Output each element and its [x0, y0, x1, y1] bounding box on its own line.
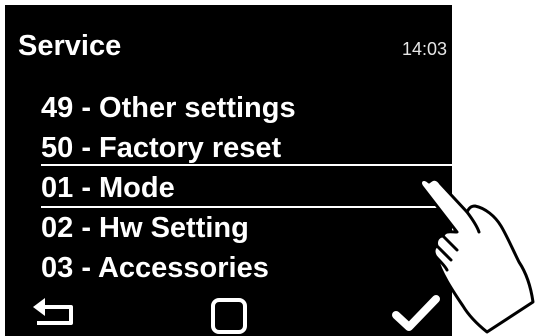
- selection-top-line: [41, 164, 452, 166]
- pointing-hand-icon: [419, 177, 535, 334]
- menu-item-accessories[interactable]: 03 - Accessories: [41, 251, 269, 285]
- menu-item-mode[interactable]: 01 - Mode: [41, 171, 175, 205]
- device-display: Service 14:03 49 - Other settings 50 - F…: [0, 0, 537, 336]
- page-title: Service: [18, 30, 122, 62]
- square-icon[interactable]: [210, 297, 248, 335]
- menu-item-hw-setting[interactable]: 02 - Hw Setting: [41, 211, 249, 245]
- selection-bottom-line: [41, 206, 452, 208]
- menu-item-factory-reset[interactable]: 50 - Factory reset: [41, 131, 281, 165]
- clock: 14:03: [401, 39, 447, 59]
- screen: Service 14:03 49 - Other settings 50 - F…: [5, 5, 452, 336]
- back-arrow-icon[interactable]: [29, 293, 81, 333]
- menu-item-other-settings[interactable]: 49 - Other settings: [41, 91, 296, 125]
